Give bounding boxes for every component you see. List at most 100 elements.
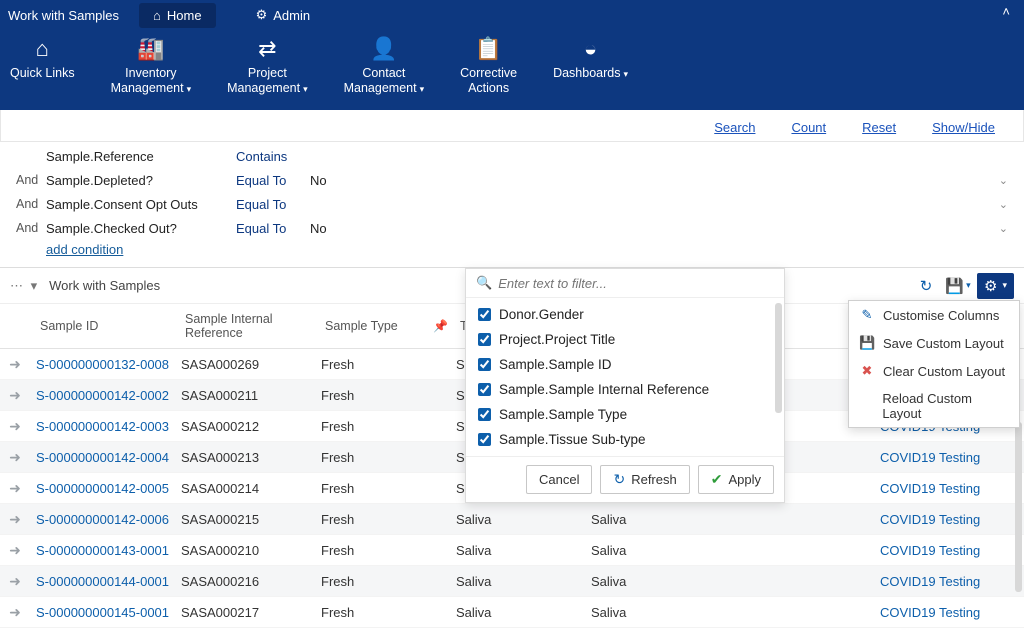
- cell-sample-id[interactable]: S-000000000142-0003: [30, 419, 175, 434]
- ribbon-contact-management[interactable]: 👤 ContactManagement▾: [344, 36, 425, 96]
- cell-sample-id[interactable]: S-000000000132-0008: [30, 357, 175, 372]
- table-row[interactable]: ➜S-000000000144-0001SASA000216FreshSaliv…: [0, 566, 1024, 597]
- column-chooser-item[interactable]: Sample.Sample ID: [466, 352, 784, 377]
- project-icon: ⇄: [258, 36, 276, 62]
- grid-menu-icon[interactable]: ⋯ ▾: [10, 278, 39, 294]
- ribbon-dashboards[interactable]: ◒ Dashboards▾: [553, 36, 628, 96]
- btn-label: Cancel: [539, 472, 579, 487]
- cell-project[interactable]: COVID19 Testing: [874, 574, 1024, 589]
- scrollbar-thumb[interactable]: [1015, 422, 1022, 592]
- column-chooser-item[interactable]: Project.Project Title: [466, 327, 784, 352]
- menu-reload-layout[interactable]: Reload Custom Layout: [849, 385, 1019, 427]
- scrollbar-thumb[interactable]: [775, 303, 782, 413]
- refresh-button[interactable]: ↻Refresh: [600, 465, 689, 494]
- reset-link[interactable]: Reset: [862, 120, 896, 135]
- column-chooser-item[interactable]: Donor.Gender: [466, 302, 784, 327]
- cell-sample-id[interactable]: S-000000000142-0006: [30, 512, 175, 527]
- expand-icon[interactable]: ➜: [0, 573, 30, 590]
- cell-project[interactable]: COVID19 Testing: [874, 481, 1024, 496]
- apply-button[interactable]: ✔ Apply: [698, 465, 774, 494]
- column-chooser-item[interactable]: Sample.Tissue Sub-type: [466, 427, 784, 452]
- chevron-down-icon[interactable]: ⌄: [988, 198, 1008, 211]
- expand-icon[interactable]: ➜: [0, 604, 30, 621]
- filter-operator[interactable]: Equal To: [236, 173, 306, 188]
- nav-home[interactable]: ⌂ Home: [139, 3, 216, 28]
- refresh-button[interactable]: ↻: [913, 273, 939, 299]
- cell-sample-type: Fresh: [315, 512, 450, 527]
- cell-sample-id[interactable]: S-000000000144-0001: [30, 574, 175, 589]
- cell-project[interactable]: COVID19 Testing: [874, 450, 1024, 465]
- add-condition-link[interactable]: add condition: [46, 242, 123, 257]
- cell-internal-ref: SASA000213: [175, 450, 315, 465]
- check-icon: ✔: [711, 471, 723, 488]
- ribbon-inventory-management[interactable]: 🏭 InventoryManagement▾: [111, 36, 192, 96]
- cell-sample-id[interactable]: S-000000000145-0001: [30, 605, 175, 620]
- cell-tissue: Saliva: [450, 543, 585, 558]
- table-row[interactable]: ➜S-000000000142-0006SASA000215FreshSaliv…: [0, 504, 1024, 535]
- filter-value[interactable]: No: [306, 173, 988, 188]
- collapse-caret-icon[interactable]: ˄: [1002, 4, 1010, 19]
- column-chooser-checkbox[interactable]: [478, 433, 491, 446]
- expand-icon[interactable]: ➜: [0, 480, 30, 497]
- table-row[interactable]: ➜S-000000000143-0001SASA000210FreshSaliv…: [0, 535, 1024, 566]
- column-chooser-item[interactable]: Sample.Sample Type: [466, 402, 784, 427]
- column-chooser-item-label: Sample.Tissue Sub-type: [499, 432, 646, 447]
- expand-icon[interactable]: ➜: [0, 418, 30, 435]
- expand-icon[interactable]: ➜: [0, 542, 30, 559]
- chevron-down-icon: ▾: [1002, 280, 1007, 291]
- showhide-link[interactable]: Show/Hide: [932, 120, 995, 135]
- ribbon-corrective-actions[interactable]: 📋 CorrectiveActions: [460, 36, 517, 96]
- filter-field[interactable]: Sample.Depleted?: [46, 173, 236, 188]
- filter-operator[interactable]: Equal To: [236, 221, 306, 236]
- nav-admin[interactable]: ⚙ Admin: [242, 2, 325, 28]
- filter-operator[interactable]: Contains: [236, 149, 306, 164]
- column-chooser-checkbox[interactable]: [478, 308, 491, 321]
- count-link[interactable]: Count: [791, 120, 826, 135]
- filter-field[interactable]: Sample.Reference: [46, 149, 236, 164]
- expand-icon[interactable]: ➜: [0, 387, 30, 404]
- cell-project[interactable]: COVID19 Testing: [874, 605, 1024, 620]
- column-chooser-search-input[interactable]: [498, 276, 774, 291]
- cell-sample-id[interactable]: S-000000000142-0004: [30, 450, 175, 465]
- expand-icon[interactable]: ➜: [0, 356, 30, 373]
- filter-conj: And: [16, 197, 46, 211]
- home-icon: ⌂: [36, 36, 49, 62]
- col-internal-ref[interactable]: Sample Internal Reference: [179, 312, 319, 340]
- chevron-down-icon[interactable]: ⌄: [988, 222, 1008, 235]
- column-chooser-checkbox[interactable]: [478, 358, 491, 371]
- pin-icon[interactable]: 📌: [433, 319, 448, 333]
- chevron-down-icon: ▾: [420, 84, 425, 94]
- filter-builder: Sample.Reference Contains And Sample.Dep…: [0, 142, 1024, 267]
- filter-operator[interactable]: Equal To: [236, 197, 306, 212]
- btn-label: Apply: [728, 472, 761, 487]
- settings-button[interactable]: ⚙▾: [977, 273, 1014, 299]
- column-chooser-checkbox[interactable]: [478, 333, 491, 346]
- table-row[interactable]: ➜S-000000000145-0001SASA000217FreshSaliv…: [0, 597, 1024, 628]
- menu-clear-layout[interactable]: ✖Clear Custom Layout: [849, 357, 1019, 385]
- filter-value[interactable]: No: [306, 221, 988, 236]
- filter-field[interactable]: Sample.Consent Opt Outs: [46, 197, 236, 212]
- cell-project[interactable]: COVID19 Testing: [874, 512, 1024, 527]
- chevron-down-icon[interactable]: ⌄: [988, 174, 1008, 187]
- menu-save-layout[interactable]: 💾Save Custom Layout: [849, 329, 1019, 357]
- cancel-button[interactable]: Cancel: [526, 465, 592, 494]
- expand-icon[interactable]: ➜: [0, 511, 30, 528]
- menu-customise-columns[interactable]: ✎Customise Columns: [849, 301, 1019, 329]
- cell-sample-id[interactable]: S-000000000143-0001: [30, 543, 175, 558]
- cell-project[interactable]: COVID19 Testing: [874, 543, 1024, 558]
- filter-field[interactable]: Sample.Checked Out?: [46, 221, 236, 236]
- column-chooser-item[interactable]: Sample.Sample Internal Reference: [466, 377, 784, 402]
- cell-tissue-sub: Saliva: [585, 605, 730, 620]
- search-link[interactable]: Search: [714, 120, 755, 135]
- cell-sample-id[interactable]: S-000000000142-0002: [30, 388, 175, 403]
- col-sample-id[interactable]: Sample ID: [34, 319, 179, 333]
- column-chooser-checkbox[interactable]: [478, 408, 491, 421]
- ribbon-project-management[interactable]: ⇄ ProjectManagement▾: [227, 36, 308, 96]
- col-sample-type[interactable]: Sample Type📌: [319, 319, 454, 333]
- ribbon-quick-links[interactable]: ⌂ Quick Links: [10, 36, 75, 96]
- cell-sample-id[interactable]: S-000000000142-0005: [30, 481, 175, 496]
- save-layout-button[interactable]: 💾▾: [945, 273, 971, 299]
- expand-icon[interactable]: ➜: [0, 449, 30, 466]
- ribbon-label: InventoryManagement: [111, 66, 184, 95]
- column-chooser-checkbox[interactable]: [478, 383, 491, 396]
